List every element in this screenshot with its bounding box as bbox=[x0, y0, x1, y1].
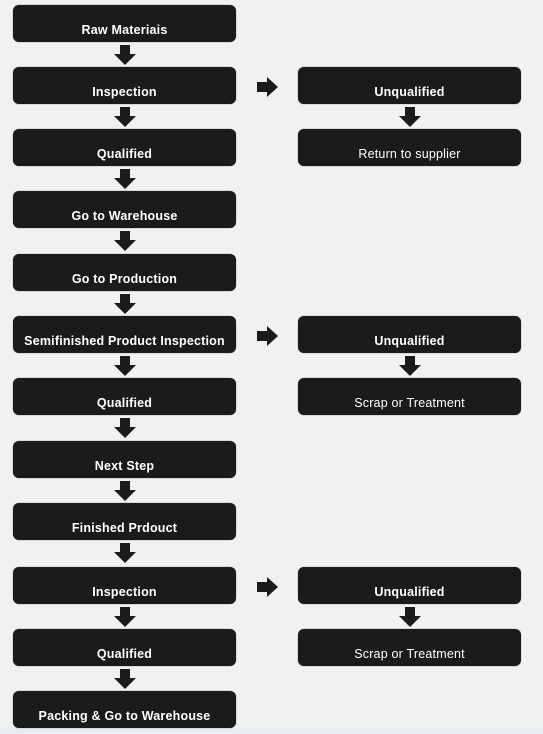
flow-step-label: Finished Prdouct bbox=[71, 521, 178, 535]
flow-step-box: Go to Warehouse bbox=[13, 191, 236, 228]
arrow-down-icon bbox=[114, 418, 136, 438]
arrow-down-icon bbox=[114, 45, 136, 65]
arrow-down-icon bbox=[399, 356, 421, 376]
flow-step-box: Inspection bbox=[13, 567, 236, 604]
disposition-label: Scrap or Treatment bbox=[354, 647, 465, 661]
bottom-strip bbox=[0, 729, 543, 734]
arrow-down-icon bbox=[114, 481, 136, 501]
flow-step-label: Qualified bbox=[96, 647, 153, 661]
flow-step-label: Raw Materiais bbox=[81, 23, 168, 37]
flow-step-box: Inspection bbox=[13, 67, 236, 104]
arrow-down-icon bbox=[114, 543, 136, 563]
flow-step-box: Qualified bbox=[13, 629, 236, 666]
unqualified-box: Unqualified bbox=[298, 316, 521, 353]
arrow-down-icon bbox=[399, 607, 421, 627]
unqualified-label: Unqualified bbox=[374, 334, 445, 348]
disposition-label: Scrap or Treatment bbox=[354, 396, 465, 410]
flow-step-label: Packing & Go to Warehouse bbox=[38, 709, 211, 723]
unqualified-label: Unqualified bbox=[374, 85, 445, 99]
arrow-right-icon bbox=[257, 326, 278, 346]
unqualified-box: Unqualified bbox=[298, 67, 521, 104]
unqualified-label: Unqualified bbox=[374, 585, 445, 599]
flow-step-box: Next Step bbox=[13, 441, 236, 478]
flow-step-box: Raw Materiais bbox=[13, 5, 236, 42]
arrow-right-icon bbox=[257, 77, 278, 97]
unqualified-box: Unqualified bbox=[298, 567, 521, 604]
flow-step-box: Semifinished Product Inspection bbox=[13, 316, 236, 353]
flow-step-box: Go to Production bbox=[13, 254, 236, 291]
arrow-down-icon bbox=[114, 356, 136, 376]
disposition-box: Scrap or Treatment bbox=[298, 629, 521, 666]
flow-step-label: Go to Production bbox=[71, 272, 178, 286]
flow-step-box: Qualified bbox=[13, 129, 236, 166]
arrow-down-icon bbox=[114, 107, 136, 127]
flow-step-label: Go to Warehouse bbox=[71, 209, 178, 223]
arrow-down-icon bbox=[114, 669, 136, 689]
flow-step-label: Qualified bbox=[96, 396, 153, 410]
arrow-down-icon bbox=[114, 294, 136, 314]
arrow-down-icon bbox=[114, 607, 136, 627]
flow-step-box: Finished Prdouct bbox=[13, 503, 236, 540]
flow-step-label: Semifinished Product Inspection bbox=[24, 334, 225, 348]
arrow-down-icon bbox=[114, 169, 136, 189]
flow-step-label: Inspection bbox=[92, 585, 157, 599]
flow-step-box: Packing & Go to Warehouse bbox=[13, 691, 236, 728]
flow-step-label: Inspection bbox=[92, 85, 157, 99]
disposition-box: Scrap or Treatment bbox=[298, 378, 521, 415]
flow-step-box: Qualified bbox=[13, 378, 236, 415]
arrow-down-icon bbox=[399, 107, 421, 127]
arrow-down-icon bbox=[114, 231, 136, 251]
flow-step-label: Next Step bbox=[94, 459, 155, 473]
disposition-box: Return to supplier bbox=[298, 129, 521, 166]
disposition-label: Return to supplier bbox=[358, 147, 461, 161]
flow-step-label: Qualified bbox=[96, 147, 153, 161]
arrow-right-icon bbox=[257, 577, 278, 597]
